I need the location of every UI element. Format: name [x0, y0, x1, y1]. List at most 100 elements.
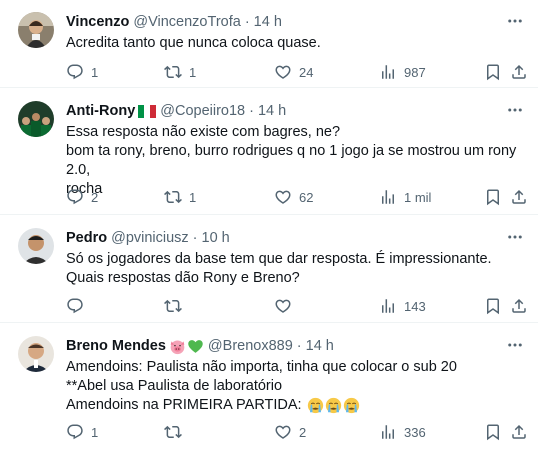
tweet-text: Amendoins: Paulista não importa, tinha q…: [66, 358, 526, 415]
retweet-button[interactable]: [164, 422, 189, 442]
share-button[interactable]: [510, 187, 528, 207]
share-button[interactable]: [510, 422, 528, 442]
bookmark-icon: [484, 63, 502, 81]
like-button[interactable]: 2: [274, 422, 306, 442]
views-button[interactable]: 143: [379, 296, 426, 316]
like-button[interactable]: [274, 296, 299, 316]
reply-button[interactable]: 1: [66, 422, 98, 442]
separator: ·: [244, 14, 250, 30]
tweet-line: bom ta rony, breno, burro rodrigues q no…: [66, 143, 517, 178]
timestamp[interactable]: 14 h: [258, 103, 286, 119]
avatar[interactable]: [18, 12, 54, 48]
author-handle[interactable]: @Brenox889: [208, 338, 293, 354]
crying-face-icon: [307, 397, 324, 414]
tweet-line: Quais respostas dão Rony e Breno?: [66, 270, 300, 286]
more-options-icon[interactable]: [506, 338, 524, 352]
bookmark-button[interactable]: [484, 422, 502, 442]
author-handle[interactable]: @pviniciusz: [111, 230, 189, 246]
retweet-icon: [164, 188, 182, 206]
views-count: 143: [404, 298, 426, 314]
name-emojis: [169, 338, 204, 355]
share-icon: [510, 188, 528, 206]
bookmark-button[interactable]: [484, 296, 502, 316]
action-bar: 2 1 62 1 mil: [66, 187, 524, 207]
italy-flag-icon: [138, 104, 157, 118]
author-handle[interactable]: @Copeiiro18: [160, 103, 245, 119]
tweet-line-with-emoji: Amendoins na PRIMEIRA PARTIDA:: [66, 396, 526, 415]
reply-button[interactable]: 1: [66, 62, 98, 82]
reply-button[interactable]: [66, 296, 91, 316]
retweet-icon: [164, 423, 182, 441]
tweet[interactable]: Vincenzo @VincenzoTrofa · 14 h Acredita …: [0, 0, 538, 88]
like-count: 24: [299, 64, 314, 80]
share-icon: [510, 423, 528, 441]
more-options-icon[interactable]: [506, 14, 524, 28]
bookmark-button[interactable]: [484, 62, 502, 82]
reply-count: 2: [91, 189, 99, 205]
author-name[interactable]: Breno Mendes: [66, 338, 166, 354]
retweet-button[interactable]: [164, 296, 189, 316]
views-chart-icon: [379, 63, 397, 81]
timestamp[interactable]: 14 h: [306, 338, 334, 354]
share-button[interactable]: [510, 296, 528, 316]
share-icon: [510, 297, 528, 315]
tweet-line: **Abel usa Paulista de laboratório: [66, 378, 283, 394]
reply-icon: [66, 188, 84, 206]
tweet-header: Pedro @pviniciusz · 10 h: [66, 228, 230, 248]
bookmark-button[interactable]: [484, 187, 502, 207]
views-count: 987: [404, 64, 426, 80]
timestamp[interactable]: 14 h: [254, 14, 282, 30]
tweet[interactable]: Breno Mendes @Brenox889 · 14 h Amendoins…: [0, 324, 538, 454]
bookmark-icon: [484, 297, 502, 315]
views-chart-icon: [379, 297, 397, 315]
bookmark-icon: [484, 188, 502, 206]
author-name[interactable]: Vincenzo: [66, 14, 129, 30]
avatar[interactable]: [18, 336, 54, 372]
reply-icon: [66, 63, 84, 81]
reply-icon: [66, 297, 84, 315]
tweet-header: Vincenzo @VincenzoTrofa · 14 h: [66, 12, 282, 32]
share-button[interactable]: [510, 62, 528, 82]
heart-icon: [274, 423, 292, 441]
separator: ·: [249, 103, 254, 119]
avatar[interactable]: [18, 228, 54, 264]
timestamp[interactable]: 10 h: [202, 230, 230, 246]
tweet[interactable]: Anti-Rony @Copeiiro18 · 14 h Essa respos…: [0, 89, 538, 215]
retweet-button[interactable]: 1: [164, 187, 196, 207]
reply-icon: [66, 423, 84, 441]
views-button[interactable]: 336: [379, 422, 426, 442]
crying-face-icon: [325, 397, 342, 414]
tweet-text: Acredita tanto que nunca coloca quase.: [66, 34, 526, 53]
like-button[interactable]: 24: [274, 62, 313, 82]
author-handle[interactable]: @VincenzoTrofa: [133, 14, 240, 30]
reply-count: 1: [91, 424, 99, 440]
separator: ·: [296, 338, 302, 354]
more-options-icon[interactable]: [506, 103, 524, 117]
tweet-line: Só os jogadores da base tem que dar resp…: [66, 251, 492, 267]
tweet-line: Acredita tanto que nunca coloca quase.: [66, 35, 321, 51]
author-name[interactable]: Anti-Rony: [66, 103, 135, 119]
retweet-icon: [164, 297, 182, 315]
crying-face-icon: [343, 397, 360, 414]
views-button[interactable]: 1 mil: [379, 187, 431, 207]
like-count: 62: [299, 189, 314, 205]
reply-feed: Vincenzo @VincenzoTrofa · 14 h Acredita …: [0, 0, 538, 454]
tweet-line: Essa resposta não existe com bagres, ne?: [66, 124, 341, 140]
tweet[interactable]: Pedro @pviniciusz · 10 h Só os jogadores…: [0, 216, 538, 323]
more-options-icon[interactable]: [506, 230, 524, 244]
like-button[interactable]: 62: [274, 187, 313, 207]
retweet-icon: [164, 63, 182, 81]
retweet-count: 1: [189, 189, 197, 205]
heart-icon: [274, 63, 292, 81]
reply-count: 1: [91, 64, 99, 80]
action-bar: 1 1 24 987: [66, 62, 524, 82]
share-icon: [510, 63, 528, 81]
heart-icon: [274, 297, 292, 315]
author-name[interactable]: Pedro: [66, 230, 107, 246]
avatar[interactable]: [18, 101, 54, 137]
reply-button[interactable]: 2: [66, 187, 98, 207]
pig-face-icon: [170, 340, 185, 354]
retweet-button[interactable]: 1: [164, 62, 196, 82]
views-button[interactable]: 987: [379, 62, 426, 82]
action-bar: 143: [66, 296, 524, 316]
